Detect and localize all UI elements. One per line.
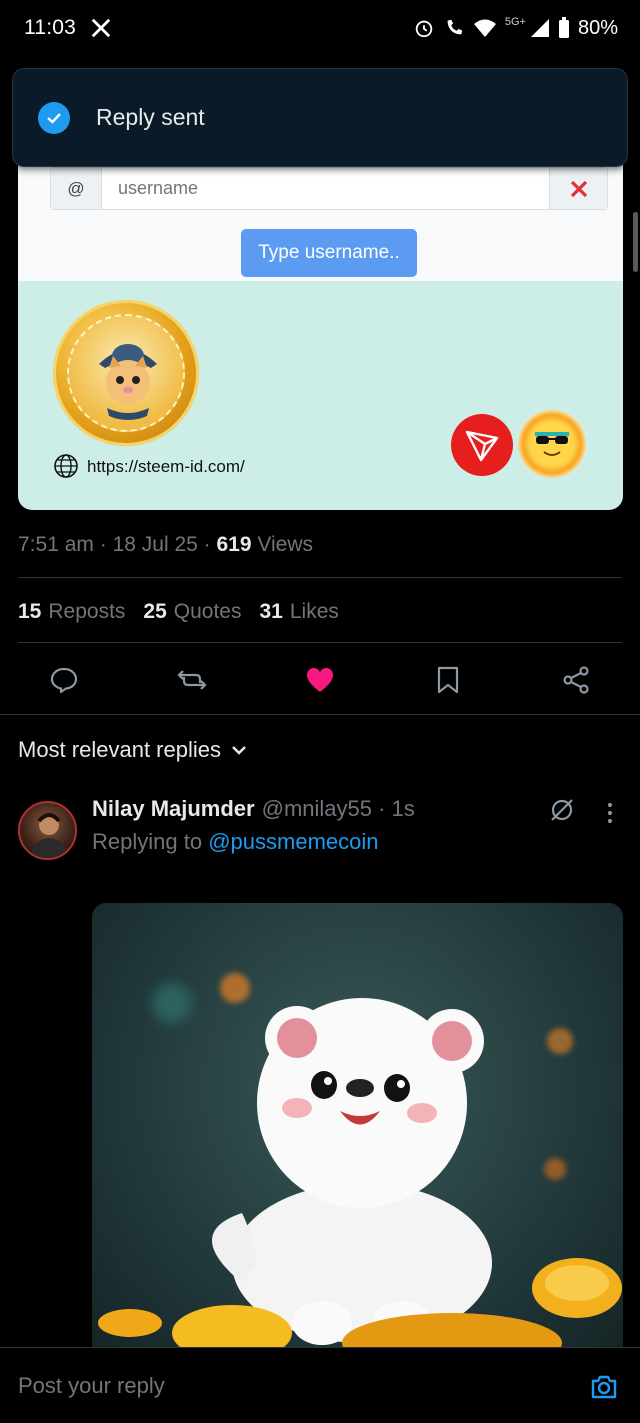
call-icon <box>447 19 463 35</box>
compose-reply-bar <box>0 1347 640 1423</box>
reply-media-image[interactable] <box>92 903 623 1363</box>
status-bar: 11:03 5G+ 80% <box>0 0 640 56</box>
post-timestamp-views: 7:51 am · 18 Jul 25 · 619 Views <box>18 533 313 557</box>
cat-icon <box>99 344 157 420</box>
post-action-bar <box>0 650 640 710</box>
reply-author-name[interactable]: Nilay Majumder <box>92 796 255 822</box>
post-date: 18 Jul 25 <box>112 533 198 556</box>
sort-label: Most relevant replies <box>18 737 221 762</box>
chevron-down-icon <box>232 746 246 755</box>
divider <box>0 714 640 715</box>
meta-separator: · <box>99 533 107 556</box>
reposts-stat[interactable]: 15 Reposts <box>18 600 125 624</box>
reply-author-handle[interactable]: @mnilay55 · 1s <box>262 796 415 822</box>
cat-coin-logo <box>53 300 199 446</box>
close-icon <box>549 168 607 209</box>
x-logo-icon <box>91 18 111 38</box>
check-circle-icon <box>38 101 70 134</box>
more-options-icon[interactable] <box>602 800 618 826</box>
card-username-input <box>102 168 549 209</box>
tron-logo-icon <box>451 414 513 476</box>
battery-percent: 80% <box>577 16 618 39</box>
alarm-icon <box>415 20 433 38</box>
replying-to-line: Replying to @pussmemecoin <box>92 829 379 855</box>
replies-sort-dropdown[interactable]: Most relevant replies <box>18 737 247 763</box>
card-type-username-button: Type username.. <box>241 229 417 277</box>
wifi-icon <box>473 19 496 37</box>
sunglasses-sun-logo-icon <box>518 410 586 478</box>
post-time: 7:51 am <box>18 533 94 556</box>
repost-icon[interactable] <box>176 664 208 696</box>
share-icon[interactable] <box>560 664 592 696</box>
network-type: 5G+ <box>504 16 526 28</box>
white-cat-illustration <box>98 998 622 1363</box>
card-website-link: https://steem-id.com/ <box>53 453 245 481</box>
globe-icon <box>54 454 78 478</box>
reply-input[interactable] <box>18 1373 518 1399</box>
grok-icon[interactable] <box>548 796 576 824</box>
status-time: 11:03 <box>24 16 76 39</box>
scrollbar[interactable] <box>633 212 638 272</box>
divider <box>18 642 622 643</box>
signal-icon <box>530 19 549 37</box>
camera-icon[interactable] <box>589 1372 619 1402</box>
views-count: 619 <box>216 533 252 556</box>
card-link-text: https://steem-id.com/ <box>87 457 245 476</box>
bookmark-icon[interactable] <box>432 664 464 696</box>
like-heart-icon[interactable] <box>304 664 336 696</box>
post-card-image[interactable]: @ Type username.. https://steem-id.com/ <box>18 140 623 510</box>
card-at-label: @ <box>51 168 102 209</box>
replying-prefix: Replying to <box>92 829 203 854</box>
quotes-stat[interactable]: 25 Quotes <box>143 600 241 624</box>
meta-separator: · <box>203 533 211 556</box>
card-username-row: @ <box>50 167 608 210</box>
replying-to-mention[interactable]: @pussmemecoin <box>208 829 378 854</box>
status-icons: 5G+ 80% <box>413 16 618 40</box>
reply-icon[interactable] <box>48 664 80 696</box>
post-stats: 15 Reposts 25 Quotes 31 Likes <box>18 600 339 624</box>
reply-header: Nilay Majumder @mnilay55 · 1s <box>92 796 415 822</box>
views-label: Views <box>257 533 314 556</box>
toast-message: Reply sent <box>96 104 205 130</box>
likes-stat[interactable]: 31 Likes <box>259 600 338 624</box>
battery-icon <box>558 17 569 38</box>
divider <box>18 577 622 578</box>
reply-sent-toast: Reply sent <box>12 68 628 167</box>
avatar[interactable] <box>18 801 77 860</box>
